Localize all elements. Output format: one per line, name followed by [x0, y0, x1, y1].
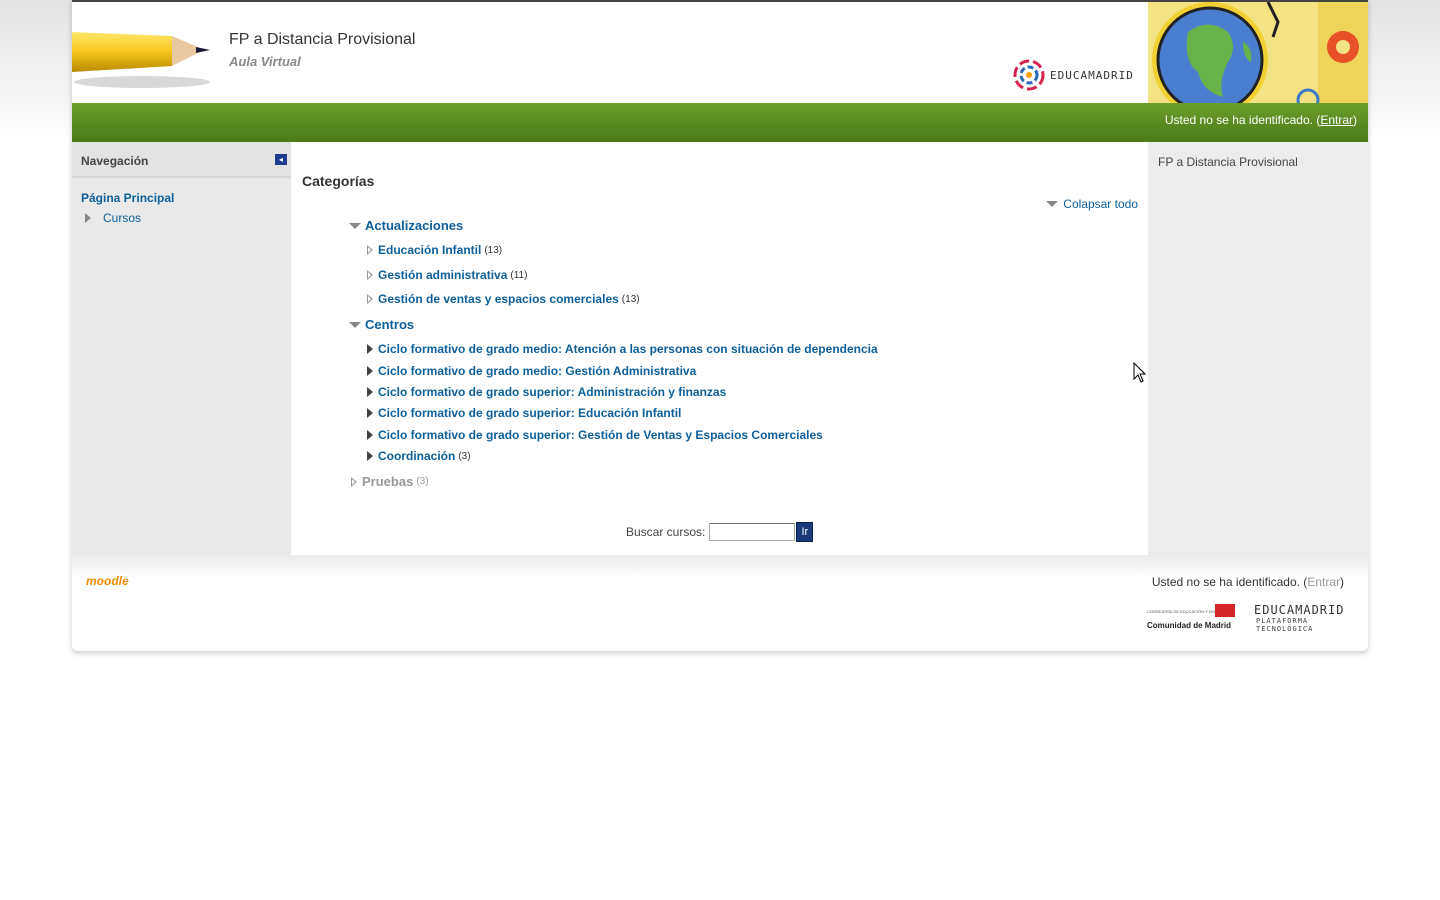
- subcategory-row[interactable]: Ciclo formativo de grado superior: Educa…: [367, 406, 681, 420]
- right-block: FP a Distancia Provisional: [1148, 142, 1368, 555]
- footer-login-suffix: ): [1340, 575, 1344, 589]
- collapse-arrow-icon: [1046, 201, 1059, 207]
- subcategory-name: Ciclo formativo de grado medio: Gestión …: [378, 364, 697, 378]
- course-summary-text: FP a Distancia Provisional: [1158, 155, 1298, 169]
- comunidad-madrid-logo[interactable]: CONSEJERÍA DE EDUCACIÓN Y EMPLEO Comunid…: [1147, 604, 1237, 630]
- search-input[interactable]: [709, 523, 796, 541]
- educamadrid-platform-subtitle: PLATAFORMA TECNOLÓGICA: [1256, 617, 1314, 633]
- moodle-logo[interactable]: moodle: [86, 574, 129, 588]
- subcategory-name: Educación Infantil: [378, 243, 482, 257]
- course-count: (13): [621, 293, 640, 305]
- collapsed-arrow-icon: [367, 408, 373, 418]
- subcategory-name: Ciclo formativo de grado superior: Gesti…: [378, 428, 823, 442]
- login-info-suffix: ): [1353, 113, 1357, 127]
- site-subtitle: Aula Virtual: [229, 54, 301, 69]
- search-label: Buscar cursos:: [626, 525, 706, 539]
- cam-ministry-text: CONSEJERÍA DE EDUCACIÓN Y EMPLEO: [1147, 609, 1226, 614]
- subcategory-row[interactable]: Coordinación (3): [367, 449, 471, 463]
- subcategory-row[interactable]: Ciclo formativo de grado medio: Gestión …: [367, 364, 696, 378]
- page-container: FP a Distancia Provisional Aula Virtual …: [72, 0, 1368, 651]
- expanded-arrow-icon: [349, 222, 361, 229]
- collapse-all-label: Colapsar todo: [1063, 197, 1138, 211]
- category-name: Centros: [365, 317, 415, 332]
- madrid-flag-icon: [1215, 604, 1235, 617]
- dock-block-icon[interactable]: ◂: [275, 154, 287, 165]
- educamadrid-logo-text: EDUCAMADRID: [1050, 68, 1134, 82]
- category-name: Pruebas: [362, 474, 414, 489]
- nav-home-link[interactable]: Página Principal: [81, 191, 174, 205]
- expand-arrow-icon: [85, 213, 91, 223]
- educamadrid-platform-logo[interactable]: EDUCAMADRID PLATAFORMA TECNOLÓGICA: [1254, 603, 1368, 633]
- categories-heading: Categorías: [302, 173, 375, 189]
- site-header: FP a Distancia Provisional Aula Virtual …: [72, 2, 1368, 103]
- footer-login-info: Usted no se ha identificado. (Entrar): [1152, 575, 1344, 589]
- nav-courses-link[interactable]: Cursos: [85, 211, 141, 225]
- collapsed-arrow-icon: [367, 294, 373, 304]
- site-footer: moodle Usted no se ha identificado. (Ent…: [72, 555, 1368, 649]
- search-button[interactable]: Ir: [796, 522, 814, 542]
- collapsed-arrow-icon: [367, 245, 373, 255]
- educamadrid-logo[interactable]: EDUCAMADRID: [1012, 58, 1134, 92]
- navigation-block-header: Navegación ◂: [72, 142, 291, 178]
- globe-banner-image: [1148, 2, 1368, 103]
- subcategory-name: Ciclo formativo de grado superior: Educa…: [378, 406, 682, 420]
- subcategory-name: Ciclo formativo de grado superior: Admin…: [378, 385, 727, 399]
- footer-login-prefix: Usted no se ha identificado. (: [1151, 575, 1308, 589]
- course-count: (13): [484, 244, 503, 256]
- subcategory-name: Coordinación: [378, 449, 456, 463]
- collapsed-arrow-icon: [367, 430, 373, 440]
- subcategory-row[interactable]: Ciclo formativo de grado medio: Atención…: [367, 342, 878, 356]
- course-search: Buscar cursos: Ir: [626, 522, 814, 542]
- educamadrid-emblem-icon: [1013, 59, 1045, 91]
- collapsed-arrow-icon: [367, 451, 373, 461]
- mouse-cursor-icon: [1133, 362, 1147, 383]
- cam-name-text: Comunidad de Madrid: [1147, 621, 1231, 630]
- login-info-prefix: Usted no se ha identificado. (: [1164, 113, 1321, 127]
- subcategory-row[interactable]: Gestión de ventas y espacios comerciales…: [367, 292, 640, 306]
- subcategory-name: Ciclo formativo de grado medio: Atención…: [378, 342, 878, 356]
- course-count: (3): [416, 476, 429, 487]
- subcategory-row[interactable]: Ciclo formativo de grado superior: Admin…: [367, 385, 726, 399]
- subcategory-name: Gestión de ventas y espacios comerciales: [378, 292, 619, 306]
- nav-courses-label: Cursos: [103, 211, 142, 225]
- subcategory-row[interactable]: Ciclo formativo de grado superior: Gesti…: [367, 428, 823, 442]
- subcategory-row[interactable]: Gestión administrativa (11): [367, 268, 527, 282]
- footer-login-link[interactable]: Entrar: [1307, 575, 1340, 589]
- collapse-all-link[interactable]: Colapsar todo: [1046, 197, 1138, 211]
- category-pruebas[interactable]: Pruebas (3): [351, 474, 429, 489]
- collapsed-arrow-icon: [367, 387, 373, 397]
- navigation-title: Navegación: [81, 154, 149, 168]
- course-count: (3): [458, 450, 471, 462]
- collapsed-arrow-icon: [367, 270, 373, 280]
- header-bar: Usted no se ha identificado. (Entrar): [72, 103, 1368, 142]
- category-name: Actualizaciones: [365, 218, 464, 233]
- collapsed-arrow-icon: [367, 344, 373, 354]
- header-login-link[interactable]: Entrar: [1320, 113, 1353, 127]
- main-content: Categorías Colapsar todo Actualizaciones…: [291, 142, 1148, 555]
- category-centros[interactable]: Centros: [349, 317, 414, 332]
- subcategory-row[interactable]: Educación Infantil (13): [367, 243, 502, 257]
- site-title: FP a Distancia Provisional: [229, 31, 416, 48]
- pencil-logo-icon: [72, 32, 210, 88]
- subcategory-name: Gestión administrativa: [378, 268, 508, 282]
- educamadrid-platform-title: EDUCAMADRID: [1254, 603, 1345, 617]
- navigation-block: Navegación ◂ Página Principal Cursos: [72, 142, 291, 555]
- header-login-info: Usted no se ha identificado. (Entrar): [1165, 113, 1357, 127]
- category-actualizaciones[interactable]: Actualizaciones: [349, 218, 463, 233]
- collapsed-arrow-icon: [351, 476, 357, 487]
- course-count: (11): [510, 269, 528, 281]
- collapsed-arrow-icon: [367, 366, 373, 376]
- expanded-arrow-icon: [349, 321, 361, 328]
